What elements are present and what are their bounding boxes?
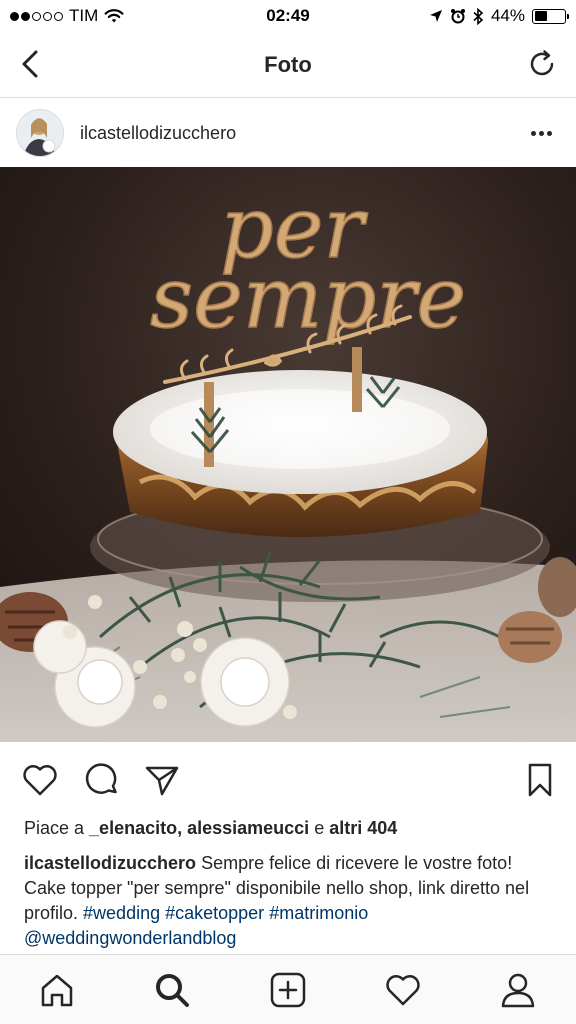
battery-level-fill bbox=[534, 11, 548, 21]
tab-home[interactable] bbox=[36, 969, 78, 1011]
hashtag-link[interactable]: #matrimonio bbox=[269, 903, 368, 923]
heart-icon[interactable] bbox=[20, 760, 60, 800]
add-post-icon bbox=[270, 972, 306, 1008]
activity-heart-icon bbox=[386, 975, 420, 1006]
caption-author[interactable]: ilcastellodizucchero bbox=[24, 853, 196, 873]
search-icon bbox=[156, 974, 189, 1007]
comment-icon[interactable] bbox=[82, 760, 122, 800]
likes-users[interactable]: _elenacito, alessiameucci bbox=[89, 818, 309, 838]
post-username[interactable]: ilcastellodizucchero bbox=[80, 123, 236, 144]
bluetooth-icon bbox=[473, 7, 484, 25]
battery-icon bbox=[532, 8, 569, 24]
status-right: 44% bbox=[429, 6, 569, 26]
status-bar: TIM 02:49 44% bbox=[0, 0, 576, 32]
battery-percent: 44% bbox=[490, 6, 525, 25]
hashtag-link[interactable]: #wedding bbox=[83, 903, 160, 923]
signal-strength-icon bbox=[10, 11, 63, 21]
refresh-icon[interactable] bbox=[526, 48, 558, 80]
likes-conjunction: e bbox=[309, 818, 330, 838]
share-icon[interactable] bbox=[142, 760, 182, 800]
carrier-label: TIM bbox=[69, 6, 99, 25]
likes-prefix: Piace a bbox=[24, 818, 90, 838]
post-header: ilcastellodizucchero bbox=[0, 99, 576, 167]
likes-others[interactable]: altri 404 bbox=[329, 818, 397, 838]
likes-summary: Piace a _elenacito, alessiameucci e altr… bbox=[24, 818, 397, 839]
mention-link[interactable]: @weddingwonderlandblog bbox=[24, 928, 236, 948]
bookmark-icon[interactable] bbox=[520, 760, 560, 800]
bottom-tab-bar bbox=[0, 954, 576, 1024]
tab-profile[interactable] bbox=[497, 969, 539, 1011]
wifi-icon bbox=[104, 9, 124, 23]
page-title: Foto bbox=[264, 51, 312, 77]
nav-bar: Foto bbox=[0, 32, 576, 98]
home-icon bbox=[41, 974, 73, 1007]
post-caption: ilcastellodizucchero Sempre felice di ri… bbox=[24, 851, 554, 951]
cake-photo-image: per sempre bbox=[0, 167, 576, 742]
post-action-bar bbox=[0, 752, 576, 808]
status-left: TIM bbox=[10, 6, 124, 26]
profile-icon bbox=[501, 973, 535, 1008]
location-arrow-icon bbox=[429, 10, 442, 22]
alarm-clock-icon bbox=[450, 9, 465, 24]
more-options-icon[interactable] bbox=[526, 121, 556, 145]
post-photo[interactable]: per sempre bbox=[0, 167, 576, 742]
hashtag-link[interactable]: #caketopper bbox=[165, 903, 264, 923]
photo-text-sempre: sempre bbox=[150, 249, 466, 347]
tab-search[interactable] bbox=[151, 969, 193, 1011]
tab-activity[interactable] bbox=[382, 969, 424, 1011]
tab-add-post[interactable] bbox=[267, 969, 309, 1011]
avatar[interactable] bbox=[16, 109, 64, 157]
back-chevron-icon[interactable] bbox=[14, 47, 48, 81]
